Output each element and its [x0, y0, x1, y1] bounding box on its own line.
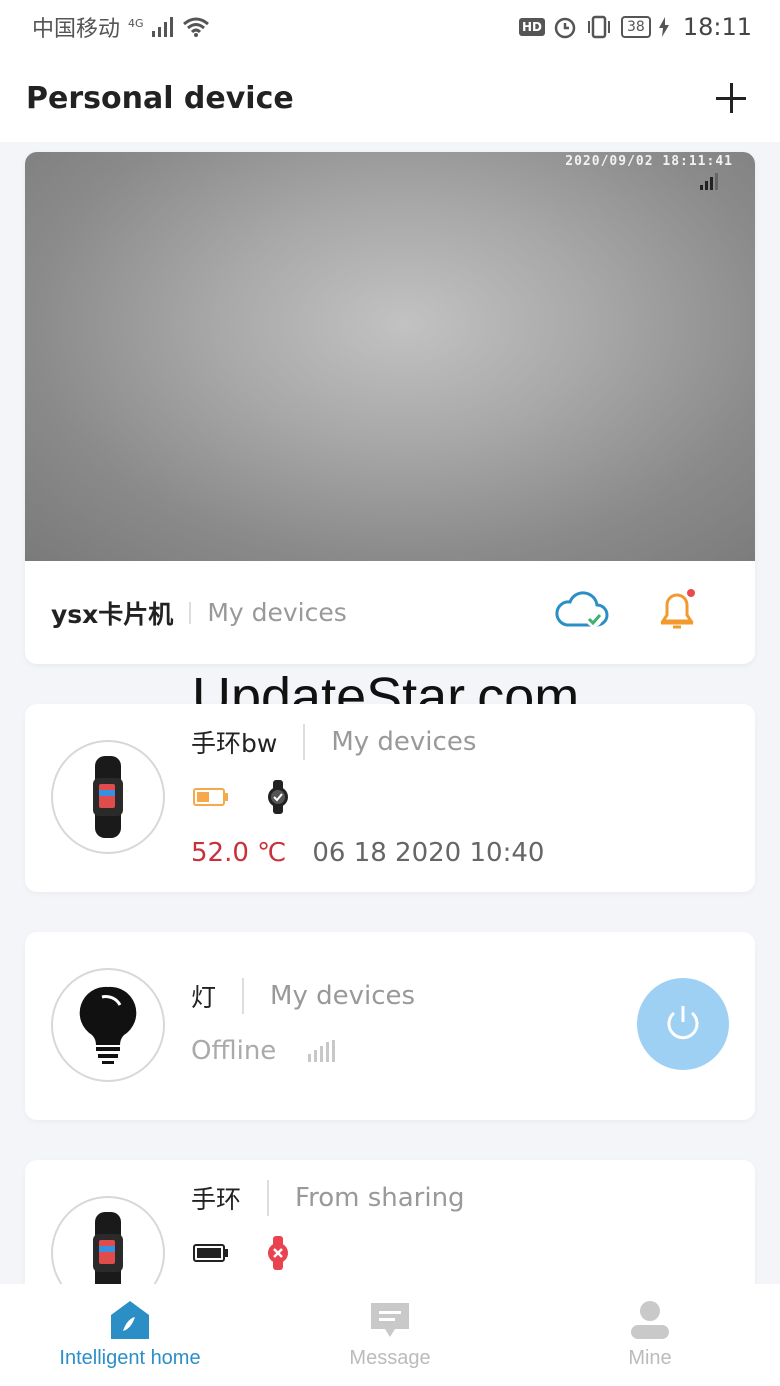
device-group: From sharing [295, 1183, 465, 1213]
device-avatar [51, 740, 165, 854]
nav-label: Message [349, 1346, 431, 1369]
device-group: My devices [270, 981, 416, 1011]
camera-card[interactable]: 2020/09/02 18:11:41 ysx卡片机 My devices [25, 152, 755, 664]
carrier-label: 中国移动 [32, 17, 121, 42]
user-icon [631, 1300, 669, 1339]
bell-icon[interactable] [655, 585, 699, 633]
device-title-row: 手环 From sharing [191, 1180, 465, 1216]
divider [267, 1180, 270, 1216]
device-datetime: 06 18 2020 10:40 [312, 838, 545, 868]
battery-full-icon [193, 1244, 228, 1262]
page-title: Personal device [26, 80, 294, 116]
home-icon [111, 1300, 149, 1339]
vibrate-icon [588, 15, 610, 39]
watch-error-icon [268, 1236, 288, 1270]
clock-time: 18:11 [682, 13, 752, 41]
camera-preview[interactable]: 2020/09/02 18:11:41 [25, 152, 755, 561]
camera-group: My devices [207, 598, 347, 627]
signal-weak-icon [308, 1040, 336, 1062]
wifi-icon [182, 17, 209, 37]
divider [303, 724, 306, 760]
nav-label: Mine [628, 1346, 672, 1369]
cloud-check-icon[interactable] [553, 589, 609, 633]
nav-mine[interactable]: Mine [520, 1284, 780, 1386]
device-card-lamp[interactable]: 灯 My devices Offline [25, 932, 755, 1120]
nav-message[interactable]: Message [260, 1284, 520, 1386]
power-button[interactable] [637, 978, 729, 1070]
device-status-row: 52.0 ℃ 06 18 2020 10:40 [191, 838, 544, 868]
network-label: 4G [128, 17, 144, 30]
camera-signal-icon [700, 170, 723, 190]
divider [242, 978, 245, 1014]
device-name: 灯 [191, 983, 217, 1012]
offline-status: Offline [191, 1036, 277, 1066]
fitness-band-icon [93, 756, 123, 838]
status-left: 中国移动 4G [32, 11, 210, 43]
app-header: Personal device [0, 54, 780, 142]
device-card-band-bw[interactable]: 手环bw My devices 52.0 ℃ 06 18 2020 10:40 [25, 704, 755, 892]
device-name: 手环bw [191, 729, 278, 758]
device-status-row: Offline [191, 1036, 338, 1066]
camera-footer: ysx卡片机 My devices [25, 561, 755, 664]
lightbulb-icon [79, 986, 137, 1064]
plus-icon[interactable] [714, 81, 748, 115]
status-right: HD 38 18:11 [518, 13, 752, 41]
power-icon [667, 1006, 699, 1040]
message-icon [371, 1302, 409, 1337]
charging-icon [658, 17, 669, 37]
watch-icon [268, 780, 288, 814]
camera-timestamp: 2020/09/02 18:11:41 [565, 154, 733, 169]
device-title-row: 灯 My devices [191, 978, 415, 1014]
battery-low-icon [193, 788, 228, 806]
fitness-band-icon [93, 1212, 123, 1294]
nav-intelligent-home[interactable]: Intelligent home [0, 1284, 260, 1386]
hd-badge: HD [518, 18, 545, 36]
bottom-navigation: Intelligent home Message Mine [0, 1284, 780, 1386]
camera-name: ysx卡片机 [51, 599, 174, 629]
device-avatar [51, 968, 165, 1082]
device-group: My devices [331, 727, 477, 757]
battery-indicator: 38 [621, 16, 651, 38]
divider [189, 601, 192, 624]
signal-icon [151, 17, 173, 37]
nav-label: Intelligent home [59, 1346, 201, 1369]
alarm-icon [554, 17, 576, 39]
status-bar: 中国移动 4G HD 38 18:11 [0, 0, 780, 54]
temperature-value: 52.0 ℃ [191, 838, 287, 868]
device-name: 手环 [191, 1185, 242, 1214]
device-title-row: 手环bw My devices [191, 724, 476, 760]
